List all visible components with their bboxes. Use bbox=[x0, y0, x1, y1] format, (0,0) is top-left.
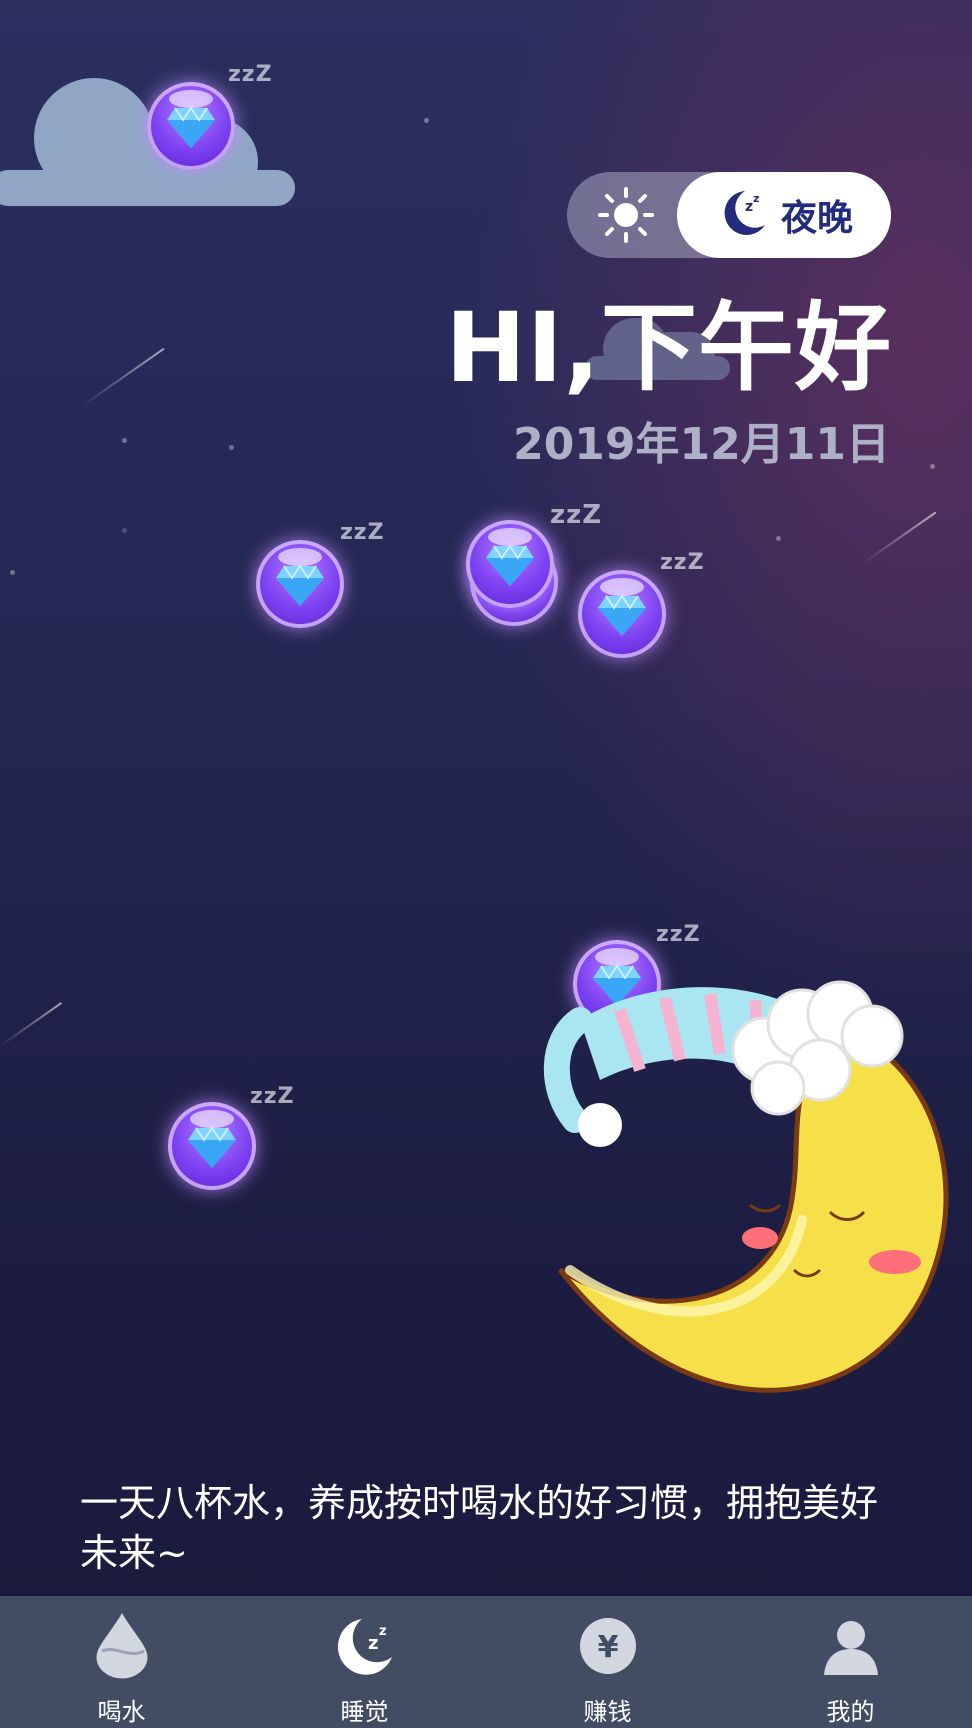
user-icon bbox=[815, 1610, 887, 1682]
diamond-bubble-icon[interactable] bbox=[147, 82, 235, 170]
night-mode-label: 夜晚 bbox=[780, 198, 853, 239]
svg-text:z: z bbox=[379, 1624, 387, 1639]
diamond-bubble-icon[interactable] bbox=[168, 1102, 256, 1190]
svg-text:z: z bbox=[745, 199, 753, 215]
snore-text: zzZ bbox=[660, 550, 705, 575]
snore-text: zzZ bbox=[550, 500, 603, 530]
tab-label: 喝水 bbox=[97, 1698, 146, 1726]
svg-text:z: z bbox=[368, 1633, 378, 1654]
day-night-toggle[interactable]: z z 夜晚 bbox=[567, 172, 891, 258]
bottom-tab-bar: 喝水 z z 睡觉 ¥ 赚钱 我的 bbox=[0, 1596, 972, 1728]
sun-icon[interactable] bbox=[597, 186, 655, 244]
tab-label: 我的 bbox=[826, 1698, 875, 1726]
tab-label: 睡觉 bbox=[340, 1698, 389, 1726]
motto-text: 一天八杯水，养成按时喝水的好习惯，拥抱美好未来~ bbox=[80, 1481, 879, 1575]
diamond-bubble-icon[interactable] bbox=[466, 520, 554, 608]
water-drop-icon bbox=[86, 1610, 158, 1682]
tab-sleep[interactable]: z z 睡觉 bbox=[243, 1596, 486, 1728]
tab-drink-water[interactable]: 喝水 bbox=[0, 1596, 243, 1728]
moon-zzz-icon: z z bbox=[715, 185, 771, 245]
svg-text:z: z bbox=[753, 192, 759, 205]
snore-text: zzZ bbox=[340, 520, 385, 545]
tab-earn-money[interactable]: ¥ 赚钱 bbox=[486, 1596, 729, 1728]
sleeping-moon-illustration bbox=[540, 970, 970, 1430]
greeting-title: HI,下午好 bbox=[445, 292, 892, 404]
diamond-bubble-icon[interactable] bbox=[578, 570, 666, 658]
date-text: 2019年12月11日 bbox=[513, 419, 890, 470]
diamond-bubble-icon[interactable] bbox=[256, 540, 344, 628]
moon-icon: z z bbox=[329, 1610, 401, 1682]
yen-coin-icon: ¥ bbox=[572, 1610, 644, 1682]
snore-text: zzZ bbox=[250, 1084, 295, 1109]
snore-text: zzZ bbox=[228, 62, 273, 87]
tab-profile[interactable]: 我的 bbox=[729, 1596, 972, 1728]
night-mode-button[interactable]: z z 夜晚 bbox=[677, 172, 891, 258]
svg-text:¥: ¥ bbox=[597, 1630, 618, 1665]
tab-label: 赚钱 bbox=[583, 1698, 632, 1726]
snore-text: zzZ bbox=[656, 922, 701, 947]
